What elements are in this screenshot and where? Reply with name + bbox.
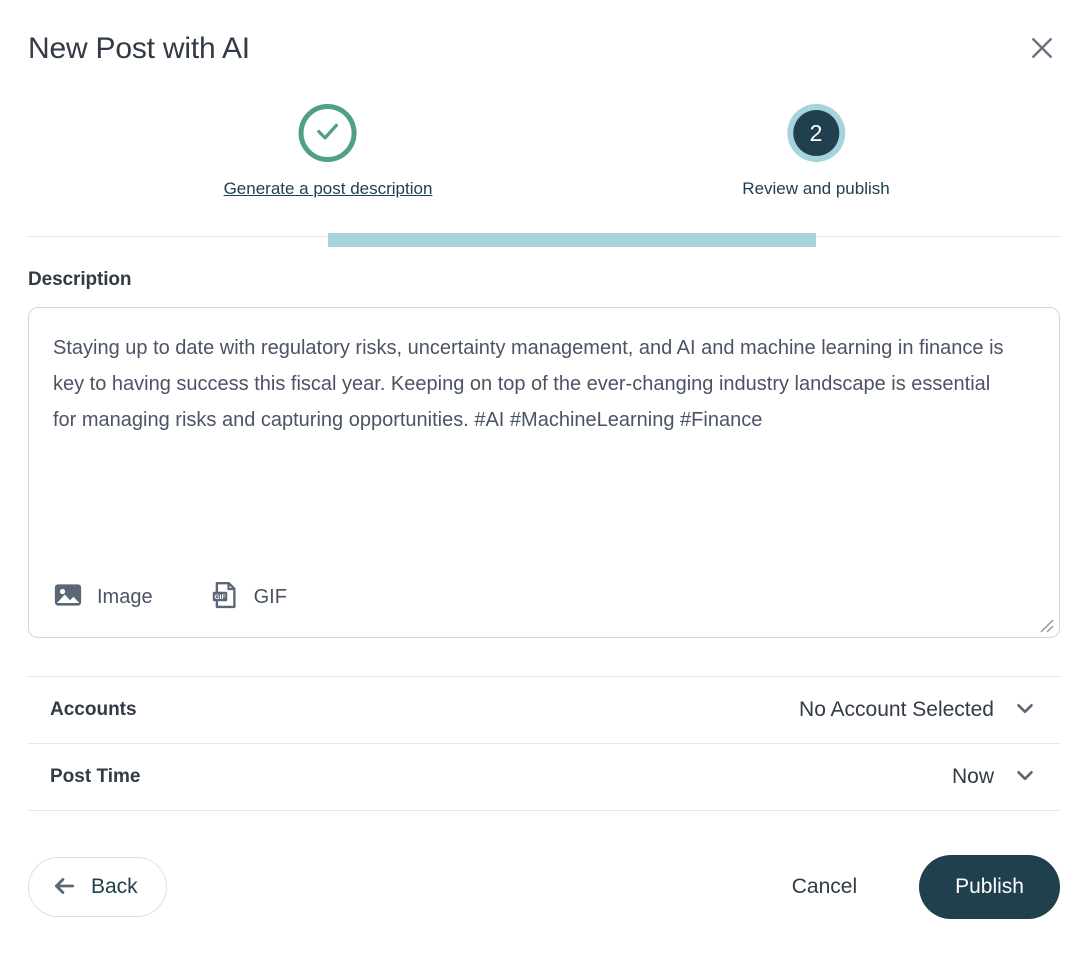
- close-button[interactable]: [1020, 27, 1064, 71]
- close-icon: [1027, 33, 1057, 66]
- svg-text:GIF: GIF: [214, 594, 225, 601]
- modal-header: New Post with AI: [28, 0, 1060, 92]
- check-icon: [313, 116, 343, 151]
- cancel-button[interactable]: Cancel: [788, 867, 861, 907]
- description-label: Description: [28, 269, 132, 290]
- chevron-down-icon[interactable]: [1012, 762, 1038, 793]
- arrow-left-icon: [51, 873, 77, 902]
- stepper-step-generate[interactable]: Generate a post description: [224, 104, 433, 199]
- accounts-value-group[interactable]: No Account Selected: [799, 695, 1038, 726]
- page-title: New Post with AI: [28, 32, 250, 65]
- image-icon: [53, 580, 83, 615]
- stepper-step-review-label: Review and publish: [742, 179, 890, 198]
- divider-post-time-bottom: [28, 810, 1060, 811]
- description-input[interactable]: Staying up to date with regulatory risks…: [28, 307, 1060, 638]
- modal-footer: Back Cancel Publish: [28, 855, 1060, 919]
- footer-actions: Cancel Publish: [788, 855, 1060, 919]
- stepper-step-generate-label[interactable]: Generate a post description: [224, 179, 433, 199]
- stepper: Generate a post description 2 Review and…: [28, 92, 1060, 247]
- attach-image-button[interactable]: Image: [53, 580, 153, 615]
- accounts-row[interactable]: Accounts No Account Selected: [28, 677, 1060, 743]
- attach-gif-button[interactable]: GIF GIF: [210, 580, 287, 615]
- accounts-value: No Account Selected: [799, 698, 994, 721]
- post-time-value-group[interactable]: Now: [952, 762, 1038, 793]
- stepper-step-review[interactable]: 2 Review and publish: [742, 104, 890, 199]
- back-button-label: Back: [91, 875, 138, 898]
- accounts-label: Accounts: [50, 699, 137, 720]
- stepper-connector-line: [328, 233, 816, 247]
- post-time-label: Post Time: [50, 766, 141, 787]
- description-text[interactable]: Staying up to date with regulatory risks…: [53, 330, 1018, 438]
- publish-button[interactable]: Publish: [919, 855, 1060, 919]
- step-marker-current: 2: [786, 104, 845, 162]
- resize-grip-icon[interactable]: [1037, 616, 1055, 634]
- post-time-value: Now: [951, 765, 994, 788]
- new-post-modal: New Post with AI Generate a post descrip…: [0, 0, 1088, 968]
- gif-icon: GIF: [210, 580, 240, 615]
- post-time-row[interactable]: Post Time Now: [28, 744, 1060, 810]
- attachment-toolbar: Image GIF GIF: [53, 580, 287, 615]
- step-number: 2: [792, 110, 839, 156]
- options-section: Accounts No Account Selected Post Time N…: [28, 676, 1060, 811]
- step-marker-completed: [298, 104, 357, 162]
- chevron-down-icon[interactable]: [1012, 695, 1038, 726]
- attach-gif-label: GIF: [253, 586, 287, 608]
- back-button[interactable]: Back: [28, 857, 167, 917]
- attach-image-label: Image: [97, 586, 153, 608]
